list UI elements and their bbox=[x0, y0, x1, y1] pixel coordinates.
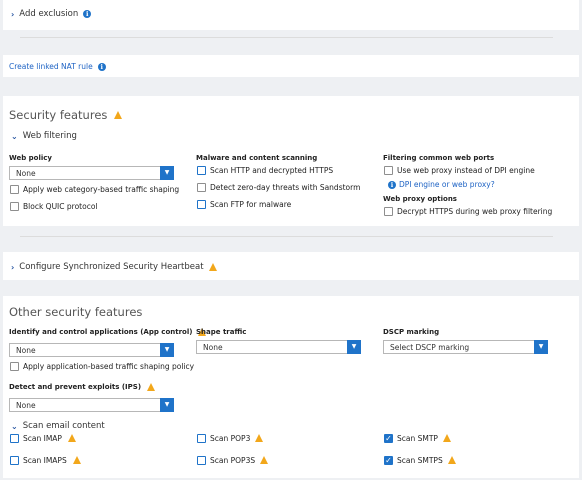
warning-icon bbox=[114, 111, 123, 119]
warning-icon bbox=[255, 434, 263, 442]
scan-email-toggle[interactable]: ⌄ Scan email content bbox=[11, 421, 105, 431]
scan-smtp-label: Scan SMTP bbox=[397, 434, 438, 443]
exclusion-panel: › Add exclusion i bbox=[3, 0, 579, 30]
warning-icon bbox=[443, 434, 451, 442]
dpi-engine-link[interactable]: DPI engine or web proxy? bbox=[399, 180, 495, 189]
heartbeat-label: Configure Synchronized Security Heartbea… bbox=[19, 262, 204, 272]
web-filtering-toggle[interactable]: ⌄ Web filtering bbox=[11, 131, 77, 141]
shape-traffic-value: None bbox=[203, 343, 223, 352]
proxy-options-heading: Web proxy options bbox=[383, 195, 457, 203]
app-control-select[interactable]: None ▼ bbox=[9, 343, 174, 357]
scan-http-checkbox[interactable] bbox=[197, 166, 206, 175]
chevron-right-icon: › bbox=[11, 262, 15, 272]
dscp-select[interactable]: Select DSCP marking ▼ bbox=[383, 340, 548, 354]
chevron-down-icon: ▼ bbox=[160, 343, 174, 357]
app-control-label: Identify and control applications (App c… bbox=[9, 328, 193, 336]
scan-pop3-label: Scan POP3 bbox=[210, 434, 251, 443]
warning-icon bbox=[260, 456, 268, 464]
filtering-ports-heading: Filtering common web ports bbox=[383, 154, 495, 162]
scan-imaps-label: Scan IMAPS bbox=[23, 456, 67, 465]
shape-traffic-select[interactable]: None ▼ bbox=[196, 340, 361, 354]
use-proxy-checkbox[interactable] bbox=[384, 166, 393, 175]
scan-imaps-checkbox[interactable] bbox=[10, 456, 19, 465]
apply-app-shaping-checkbox[interactable] bbox=[10, 362, 19, 371]
security-features-panel: Security features ⌄ Web filtering Web po… bbox=[3, 96, 579, 226]
chevron-down-icon: ▼ bbox=[160, 398, 174, 412]
use-proxy-label: Use web proxy instead of DPI engine bbox=[397, 166, 535, 175]
scan-pop3s-checkbox[interactable] bbox=[197, 456, 206, 465]
apply-category-shaping-label: Apply web category-based traffic shaping bbox=[23, 185, 180, 194]
app-control-value: None bbox=[16, 346, 36, 355]
ips-label: Detect and prevent exploits (IPS) bbox=[9, 383, 142, 391]
zero-day-checkbox[interactable] bbox=[197, 183, 206, 192]
scan-ftp-label: Scan FTP for malware bbox=[210, 200, 292, 209]
scan-smtps-checkbox[interactable]: ✓ bbox=[384, 456, 393, 465]
add-exclusion-label: Add exclusion bbox=[19, 9, 79, 19]
scan-http-label: Scan HTTP and decrypted HTTPS bbox=[210, 166, 334, 175]
dscp-label: DSCP marking bbox=[383, 328, 440, 336]
warning-icon bbox=[208, 263, 217, 271]
chevron-right-icon: › bbox=[11, 9, 15, 19]
malware-heading: Malware and content scanning bbox=[196, 154, 318, 162]
zero-day-label: Detect zero-day threats with Sandstorm bbox=[210, 183, 361, 192]
scan-pop3s-label: Scan POP3S bbox=[210, 456, 256, 465]
create-nat-rule-link[interactable]: Create linked NAT rule bbox=[9, 62, 93, 71]
web-policy-value: None bbox=[16, 169, 36, 178]
chevron-down-icon: ⌄ bbox=[11, 131, 18, 141]
scan-email-label: Scan email content bbox=[22, 421, 105, 431]
decrypt-https-checkbox[interactable] bbox=[384, 207, 393, 216]
info-icon: i bbox=[388, 180, 396, 189]
shape-traffic-label: Shape traffic bbox=[196, 328, 247, 336]
heartbeat-panel: › Configure Synchronized Security Heartb… bbox=[3, 252, 579, 280]
warning-icon bbox=[68, 434, 76, 442]
apply-app-shaping-label: Apply application-based traffic shaping … bbox=[23, 362, 195, 371]
divider bbox=[20, 236, 553, 237]
dscp-placeholder: Select DSCP marking bbox=[390, 343, 470, 352]
divider bbox=[20, 37, 553, 38]
scan-smtps-label: Scan SMTPS bbox=[397, 456, 443, 465]
scan-pop3-checkbox[interactable] bbox=[197, 434, 206, 443]
warning-icon bbox=[448, 456, 456, 464]
warning-icon bbox=[73, 456, 81, 464]
info-icon[interactable]: i bbox=[83, 10, 92, 18]
ips-value: None bbox=[16, 401, 36, 410]
chevron-down-icon: ▼ bbox=[160, 166, 174, 180]
decrypt-https-label: Decrypt HTTPS during web proxy filtering bbox=[397, 207, 553, 216]
block-quic-checkbox[interactable] bbox=[10, 202, 19, 211]
scan-imap-checkbox[interactable] bbox=[10, 434, 19, 443]
other-security-title: Other security features bbox=[9, 305, 143, 319]
ips-select[interactable]: None ▼ bbox=[9, 398, 174, 412]
other-security-panel: Other security features Identify and con… bbox=[3, 296, 579, 478]
chevron-down-icon: ▼ bbox=[347, 340, 361, 354]
block-quic-label: Block QUIC protocol bbox=[23, 202, 98, 211]
scan-smtp-checkbox[interactable]: ✓ bbox=[384, 434, 393, 443]
web-policy-select[interactable]: None ▼ bbox=[9, 166, 174, 180]
chevron-down-icon: ⌄ bbox=[11, 421, 18, 431]
info-icon[interactable]: i bbox=[97, 62, 106, 71]
scan-ftp-checkbox[interactable] bbox=[197, 200, 206, 209]
security-features-title: Security features bbox=[9, 108, 108, 122]
add-exclusion-toggle[interactable]: › Add exclusion i bbox=[11, 9, 92, 19]
chevron-down-icon: ▼ bbox=[534, 340, 548, 354]
web-policy-label: Web policy bbox=[9, 154, 52, 162]
heartbeat-toggle[interactable]: › Configure Synchronized Security Heartb… bbox=[11, 262, 217, 272]
web-filtering-label: Web filtering bbox=[22, 131, 77, 141]
warning-icon bbox=[147, 383, 156, 391]
nat-panel: Create linked NAT rule i bbox=[3, 55, 579, 77]
apply-category-shaping-checkbox[interactable] bbox=[10, 185, 19, 194]
scan-imap-label: Scan IMAP bbox=[23, 434, 62, 443]
